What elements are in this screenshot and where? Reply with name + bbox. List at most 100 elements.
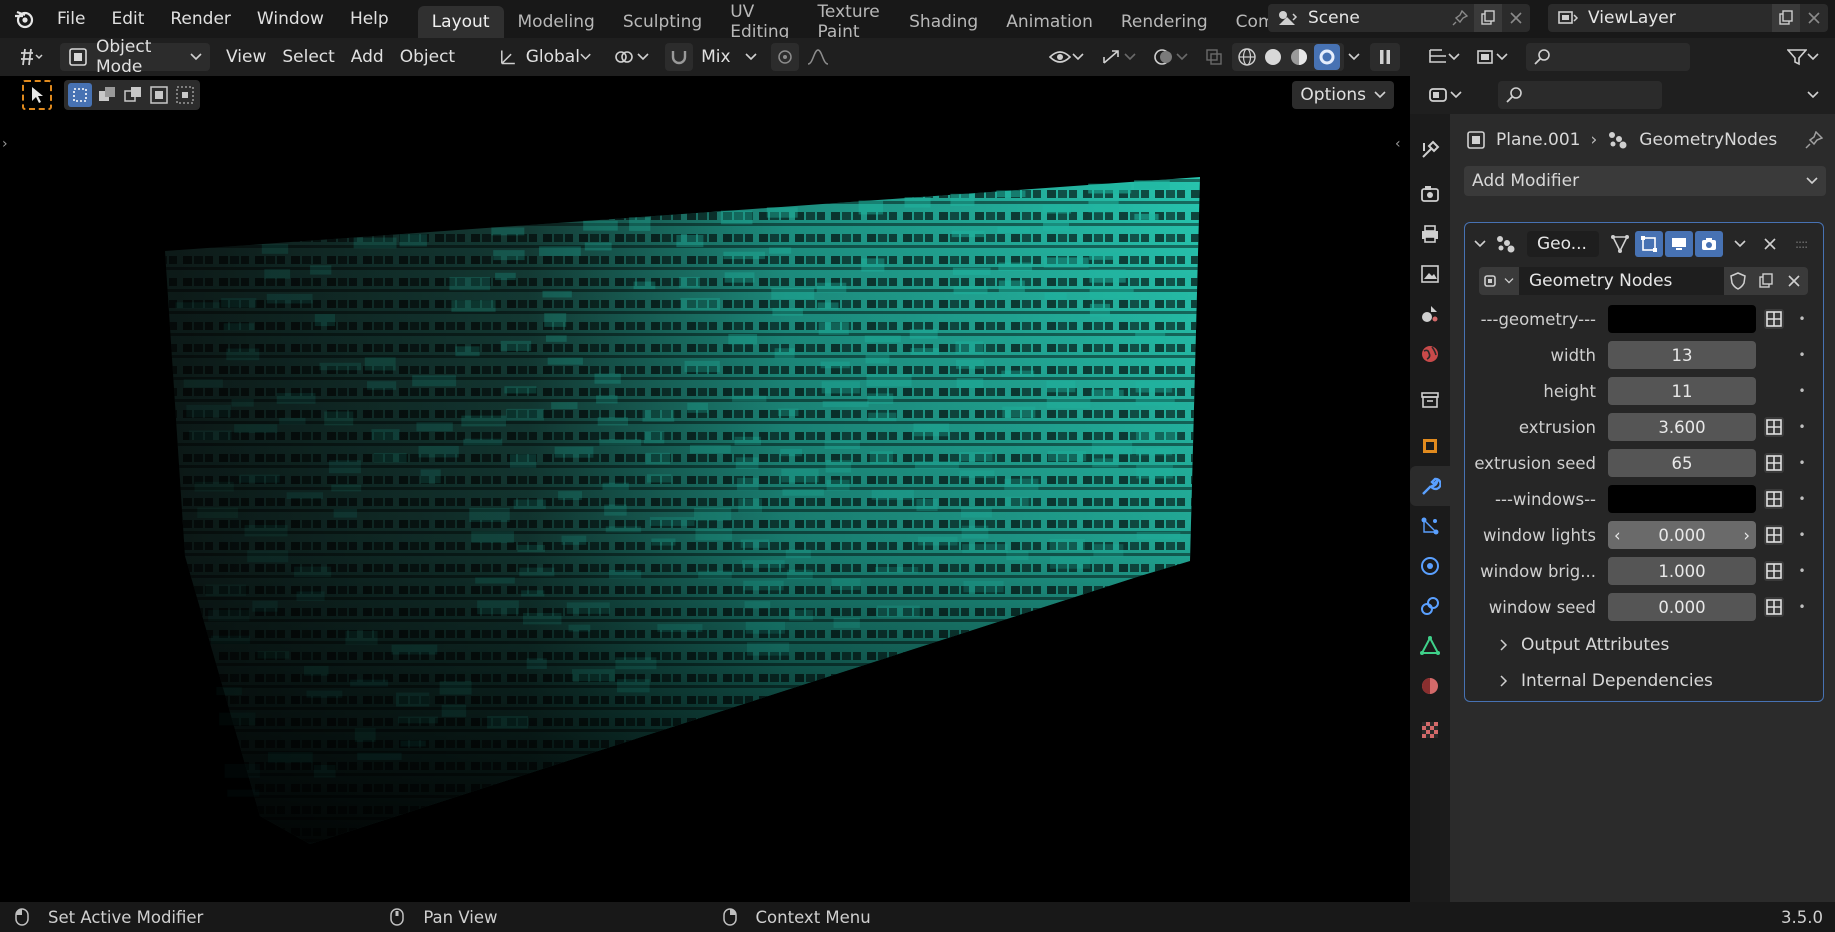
- select-tool-button[interactable]: [22, 80, 52, 110]
- tab-constraints[interactable]: [1410, 586, 1450, 626]
- output-attributes-subpanel[interactable]: Output Attributes: [1465, 627, 1823, 663]
- xray-toggle[interactable]: [1196, 43, 1232, 71]
- properties-options-dropdown[interactable]: [1799, 81, 1827, 109]
- outliner-search-input[interactable]: [1526, 43, 1690, 71]
- input-value-field[interactable]: 11: [1608, 377, 1756, 405]
- modifier-name-field[interactable]: Geo...: [1527, 231, 1599, 257]
- edit-mode-toggle-icon[interactable]: [1609, 233, 1631, 255]
- tab-data[interactable]: [1410, 626, 1450, 666]
- wireframe-shading-icon[interactable]: [1236, 46, 1258, 68]
- input-value-field[interactable]: [1608, 485, 1756, 513]
- visibility-dropdown[interactable]: [1040, 43, 1092, 71]
- menu-add[interactable]: Add: [343, 43, 392, 71]
- unlink-close-icon[interactable]: [1780, 267, 1808, 295]
- pin-icon[interactable]: [1805, 131, 1823, 149]
- overlays-toggle[interactable]: [1144, 43, 1196, 71]
- attribute-toggle-icon[interactable]: [1760, 305, 1788, 333]
- drag-handle-icon[interactable]: ::::: [1795, 237, 1808, 251]
- tab-layout[interactable]: Layout: [417, 6, 504, 38]
- blender-logo-icon[interactable]: [10, 5, 38, 33]
- attribute-toggle-icon[interactable]: [1760, 521, 1788, 549]
- keyframe-dot-icon[interactable]: •: [1794, 348, 1810, 362]
- view-layer-selector[interactable]: ViewLayer: [1548, 4, 1828, 32]
- internal-dependencies-subpanel[interactable]: Internal Dependencies: [1465, 663, 1823, 699]
- tab-tool[interactable]: [1410, 130, 1450, 170]
- input-value-field[interactable]: 0.000: [1608, 593, 1756, 621]
- menu-help[interactable]: Help: [337, 0, 402, 38]
- outliner-editor-type-button[interactable]: [1420, 43, 1468, 71]
- collapse-chevron-icon[interactable]: [1473, 238, 1487, 250]
- menu-view[interactable]: View: [218, 43, 274, 71]
- node-group-browse[interactable]: [1479, 267, 1519, 295]
- properties-search-input[interactable]: [1498, 81, 1662, 109]
- keyframe-dot-icon[interactable]: •: [1794, 420, 1810, 434]
- properties-editor-type-button[interactable]: [1420, 81, 1470, 109]
- tab-modifiers[interactable]: [1410, 466, 1450, 506]
- tab-collection[interactable]: [1410, 380, 1450, 420]
- tab-texture[interactable]: [1410, 710, 1450, 750]
- pause-render-button[interactable]: [1370, 43, 1400, 71]
- tab-world[interactable]: [1410, 334, 1450, 374]
- increment-arrow-icon[interactable]: ›: [1743, 526, 1750, 545]
- gizmo-toggle[interactable]: [1092, 43, 1144, 71]
- pin-icon[interactable]: [1446, 4, 1474, 32]
- tab-sculpting[interactable]: Sculpting: [609, 6, 716, 38]
- menu-edit[interactable]: Edit: [98, 0, 157, 38]
- shading-options-dropdown[interactable]: [1344, 43, 1364, 71]
- select-invert-icon[interactable]: [148, 84, 170, 106]
- attribute-toggle-icon[interactable]: [1760, 593, 1788, 621]
- input-value-field[interactable]: 3.600: [1608, 413, 1756, 441]
- render-toggle[interactable]: [1695, 231, 1723, 257]
- close-icon[interactable]: [1502, 4, 1530, 32]
- menu-object[interactable]: Object: [392, 43, 463, 71]
- attribute-toggle-icon[interactable]: [1760, 557, 1788, 585]
- proportional-edit-toggle[interactable]: [771, 43, 800, 71]
- keyframe-dot-icon[interactable]: •: [1794, 492, 1810, 506]
- input-value-field[interactable]: 1.000: [1608, 557, 1756, 585]
- tab-object[interactable]: [1410, 426, 1450, 466]
- close-icon[interactable]: [1800, 4, 1828, 32]
- tab-uv-editing[interactable]: UV Editing: [716, 2, 803, 38]
- tab-physics[interactable]: [1410, 546, 1450, 586]
- 3d-viewport[interactable]: [0, 76, 1410, 902]
- duplicate-icon[interactable]: [1752, 267, 1780, 295]
- tab-output[interactable]: [1410, 214, 1450, 254]
- tab-shading[interactable]: Shading: [895, 6, 992, 38]
- input-value-field[interactable]: ‹ 0.000 ›: [1608, 521, 1756, 549]
- fake-user-shield-icon[interactable]: [1724, 267, 1752, 295]
- attribute-toggle-icon[interactable]: [1760, 485, 1788, 513]
- close-icon[interactable]: [1763, 237, 1777, 251]
- attribute-toggle-icon[interactable]: [1760, 449, 1788, 477]
- select-subtract-icon[interactable]: [122, 84, 144, 106]
- decrement-arrow-icon[interactable]: ‹: [1614, 526, 1621, 545]
- toolbar-expand-icon[interactable]: ›: [2, 136, 8, 152]
- filter-dropdown[interactable]: [1779, 43, 1827, 71]
- node-group-name-field[interactable]: Geometry Nodes: [1519, 267, 1724, 295]
- options-dropdown[interactable]: Options: [1292, 81, 1394, 109]
- material-shading-icon[interactable]: [1288, 46, 1310, 68]
- on-cage-toggle[interactable]: [1635, 231, 1663, 257]
- menu-window[interactable]: Window: [244, 0, 337, 38]
- solid-shading-icon[interactable]: [1262, 46, 1284, 68]
- attribute-toggle-icon[interactable]: [1760, 413, 1788, 441]
- keyframe-dot-icon[interactable]: •: [1794, 384, 1810, 398]
- tab-animation[interactable]: Animation: [992, 6, 1107, 38]
- input-value-field[interactable]: [1608, 305, 1756, 333]
- menu-file[interactable]: File: [44, 0, 98, 38]
- select-new-button[interactable]: [68, 83, 92, 107]
- transform-orientation-dropdown[interactable]: Global: [491, 43, 599, 71]
- chevron-down-icon[interactable]: [1733, 238, 1747, 250]
- scene-selector[interactable]: Scene: [1268, 4, 1530, 32]
- tab-view-layer[interactable]: [1410, 254, 1450, 294]
- object-mode-dropdown[interactable]: Object Mode: [60, 37, 210, 77]
- snap-mode-dropdown[interactable]: Mix: [693, 43, 765, 71]
- keyframe-dot-icon[interactable]: •: [1794, 564, 1810, 578]
- select-extend-icon[interactable]: [96, 84, 118, 106]
- input-value-field[interactable]: 65: [1608, 449, 1756, 477]
- tab-particles[interactable]: [1410, 506, 1450, 546]
- snap-toggle[interactable]: [665, 43, 694, 71]
- keyframe-dot-icon[interactable]: •: [1794, 312, 1810, 326]
- menu-select[interactable]: Select: [274, 43, 342, 71]
- tab-render[interactable]: [1410, 174, 1450, 214]
- display-mode-dropdown[interactable]: [1468, 43, 1516, 71]
